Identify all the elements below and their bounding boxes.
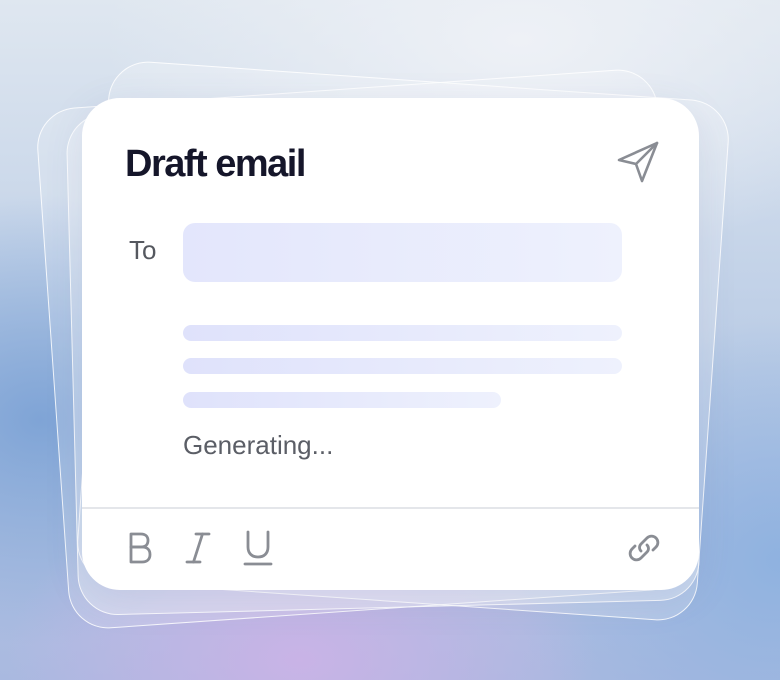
underline-button[interactable] [238, 526, 278, 570]
toolbar-divider [82, 507, 699, 509]
draft-email-card: Draft email To Generating... [82, 98, 699, 590]
generating-status: Generating... [183, 430, 334, 460]
italic-icon [184, 531, 212, 565]
italic-button[interactable] [178, 526, 218, 570]
body-skeleton-line [183, 358, 622, 374]
to-label: To [129, 235, 157, 265]
body-skeleton-line [183, 392, 501, 408]
insert-link-button[interactable] [624, 526, 664, 570]
bold-icon [126, 531, 154, 565]
send-button[interactable] [612, 136, 664, 188]
bold-button[interactable] [120, 526, 160, 570]
paper-plane-icon [615, 139, 661, 185]
underline-icon [243, 530, 273, 566]
card-title: Draft email [125, 143, 306, 185]
to-field[interactable] [183, 223, 622, 282]
link-icon [626, 530, 662, 566]
body-skeleton-line [183, 325, 622, 341]
